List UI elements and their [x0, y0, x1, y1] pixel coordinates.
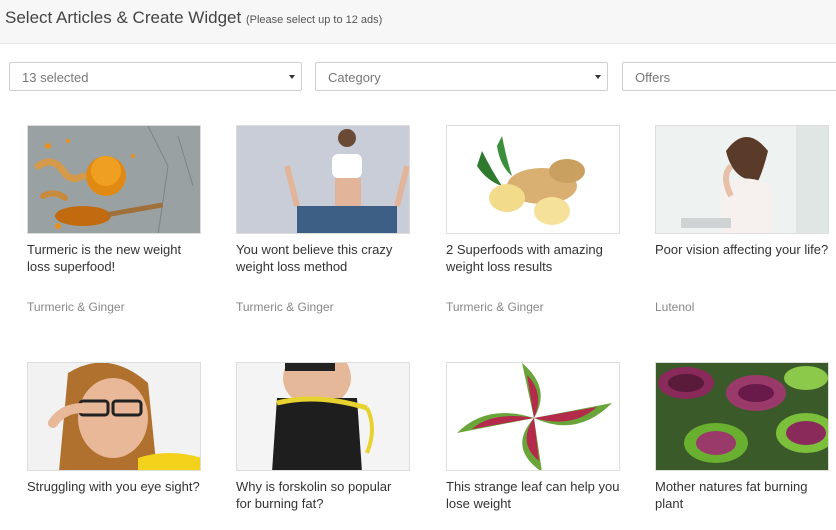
- page-subtitle: (Please select up to 12 ads): [245, 14, 383, 26]
- waist-measuring-tape-image: [236, 362, 410, 471]
- dropdown-caret-icon: [289, 75, 295, 79]
- article-title: 2 Superfoods with amazing weight loss re…: [446, 242, 603, 274]
- page-title-text: Select Articles & Create Widget: [5, 8, 242, 27]
- article-card[interactable]: Mother natures fat burning plant: [655, 362, 829, 512]
- woman-rubbing-eyes-image: [655, 125, 829, 234]
- article-title: You wont believe this crazy weight loss …: [236, 242, 393, 274]
- coleus-plants-image: [655, 362, 829, 471]
- turmeric-roots-powder-image: [27, 125, 201, 234]
- offers-dropdown[interactable]: Offers: [622, 62, 836, 91]
- article-title: Struggling with you eye sight?: [27, 479, 200, 494]
- article-title: Why is forskolin so popular for burning …: [236, 479, 392, 511]
- article-source: Turmeric & Ginger: [446, 300, 544, 314]
- article-card[interactable]: Poor vision affecting your life? Lutenol: [655, 125, 829, 314]
- article-card[interactable]: Turmeric is the new weight loss superfoo…: [27, 125, 201, 314]
- selected-count-dropdown[interactable]: 13 selected: [9, 62, 302, 91]
- article-card[interactable]: Why is forskolin so popular for burning …: [236, 362, 410, 512]
- ginger-root-image: [446, 125, 620, 234]
- dropdown-caret-icon: [595, 75, 601, 79]
- page-title: Select Articles & Create Widget (Please …: [5, 8, 382, 28]
- article-title: Mother natures fat burning plant: [655, 479, 808, 511]
- article-source: Lutenol: [655, 300, 695, 314]
- article-card[interactable]: 2 Superfoods with amazing weight loss re…: [446, 125, 620, 314]
- article-card[interactable]: You wont believe this crazy weight loss …: [236, 125, 410, 314]
- article-title: Turmeric is the new weight loss superfoo…: [27, 242, 182, 274]
- woman-with-glasses-image: [27, 362, 201, 471]
- woman-oversized-jeans-image: [236, 125, 410, 234]
- article-card[interactable]: Struggling with you eye sight?: [27, 362, 201, 495]
- page-header: Select Articles & Create Widget (Please …: [0, 0, 836, 44]
- offers-value: Offers: [635, 70, 671, 85]
- article-source: Turmeric & Ginger: [27, 300, 125, 314]
- coleus-leaf-image: [446, 362, 620, 471]
- article-card[interactable]: This strange leaf can help you lose weig…: [446, 362, 620, 512]
- selected-count-value: 13 selected: [22, 70, 89, 85]
- category-dropdown[interactable]: Category: [315, 62, 608, 91]
- article-title: Poor vision affecting your life?: [655, 242, 829, 257]
- category-value: Category: [328, 70, 381, 85]
- article-source: Turmeric & Ginger: [236, 300, 334, 314]
- article-title: This strange leaf can help you lose weig…: [446, 479, 620, 511]
